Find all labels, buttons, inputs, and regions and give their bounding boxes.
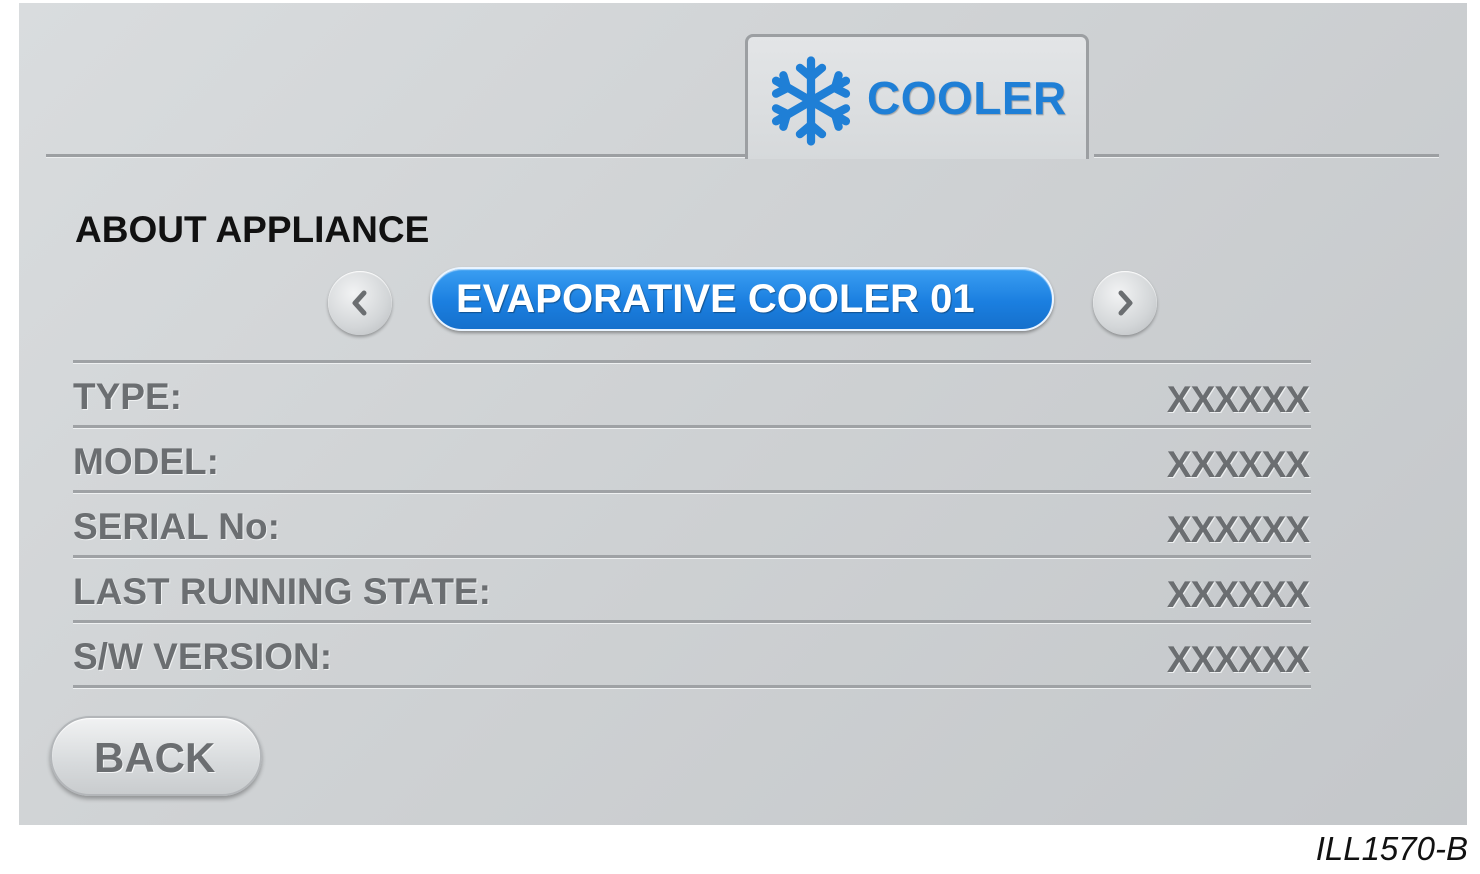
next-appliance-button[interactable] <box>1093 271 1157 335</box>
info-label: LAST RUNNING STATE: <box>73 571 491 612</box>
info-row-type: TYPE: XXXXXX <box>73 363 1311 425</box>
appliance-screen: COOLER ABOUT APPLIANCE EVAPORATIVE COOLE… <box>19 3 1467 825</box>
info-row-sw-version: S/W VERSION: XXXXXX <box>73 623 1311 685</box>
info-row-model: MODEL: XXXXXX <box>73 428 1311 490</box>
info-row-last-running-state: LAST RUNNING STATE: XXXXXX <box>73 558 1311 620</box>
appliance-name: EVAPORATIVE COOLER 01 <box>456 277 975 321</box>
chevron-right-icon <box>1118 290 1133 316</box>
info-value: XXXXXX <box>1166 574 1310 615</box>
row-divider <box>73 685 1311 688</box>
snowflake-icon <box>771 56 851 146</box>
info-label: S/W VERSION: <box>73 636 333 677</box>
appliance-selector[interactable]: EVAPORATIVE COOLER 01 <box>430 267 1054 331</box>
figure-caption: ILL1570-B <box>1315 830 1468 867</box>
info-value: XXXXXX <box>1166 379 1310 420</box>
info-label: TYPE: <box>73 376 182 417</box>
info-value: XXXXXX <box>1166 444 1310 485</box>
info-row-serial: SERIAL No: XXXXXX <box>73 493 1311 555</box>
back-button[interactable]: BACK <box>50 716 262 796</box>
info-value: XXXXXX <box>1166 509 1310 550</box>
page-title: ABOUT APPLIANCE <box>75 209 430 250</box>
tab-divider-right <box>1094 154 1439 157</box>
info-value: XXXXXX <box>1166 639 1310 680</box>
info-label: SERIAL No: <box>73 506 280 547</box>
back-button-label: BACK <box>94 734 216 781</box>
previous-appliance-button[interactable] <box>328 271 392 335</box>
appliance-info-table: TYPE: XXXXXX MODEL: XXXXXX SERIAL No: XX… <box>73 360 1311 688</box>
tab-divider-left <box>46 154 746 157</box>
info-label: MODEL: <box>73 441 219 482</box>
tab-cooler-label: COOLER <box>867 72 1067 124</box>
tab-cooler[interactable]: COOLER <box>745 34 1089 159</box>
chevron-left-icon <box>352 290 367 316</box>
